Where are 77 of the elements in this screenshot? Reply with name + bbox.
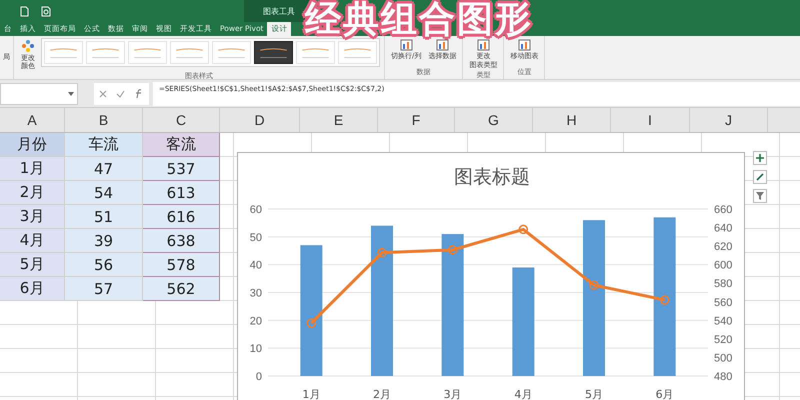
axis-label: 600 — [714, 260, 732, 272]
column-header[interactable]: G — [455, 108, 533, 132]
table-cell: 1月 — [0, 157, 65, 181]
axis-label: 60 — [250, 204, 262, 216]
chart-icon — [476, 39, 490, 51]
axis-label: 520 — [714, 334, 732, 346]
axis-label: 640 — [714, 222, 732, 235]
print-preview-icon[interactable] — [41, 6, 52, 16]
axis-label: 6月 — [656, 388, 674, 400]
table-cell: 车流 — [65, 133, 143, 157]
column-header[interactable]: E — [300, 108, 378, 132]
table-cell: 613 — [143, 181, 220, 205]
table-cell: 54 — [65, 181, 143, 205]
table-cell: 客流 — [143, 133, 220, 157]
axis-label: 560 — [714, 296, 732, 309]
column-header[interactable]: I — [611, 108, 690, 132]
axis-label: 1月 — [302, 388, 320, 400]
axis-label: 10 — [250, 343, 262, 356]
column-header[interactable]: C — [143, 108, 220, 132]
table-cell: 51 — [65, 205, 143, 229]
axis-label: 0 — [256, 371, 262, 383]
axis-label: 40 — [250, 260, 262, 272]
chart-icon — [436, 39, 449, 51]
table-cell: 537 — [143, 157, 220, 181]
point — [518, 224, 528, 234]
table-cell: 616 — [143, 205, 220, 229]
table-cell: 57 — [65, 277, 143, 301]
column-header[interactable]: A — [0, 108, 65, 132]
axis-label: 2月 — [373, 388, 391, 400]
axis-label: 540 — [714, 315, 732, 328]
axis-label: 20 — [250, 315, 262, 328]
name-box[interactable] — [0, 82, 78, 104]
cancel-icon[interactable] — [98, 90, 107, 98]
column-header[interactable]: H — [533, 108, 611, 132]
point — [377, 248, 387, 258]
axis-label: 4月 — [514, 388, 532, 400]
axis-label: 500 — [714, 352, 732, 364]
table-cell: 月份 — [0, 133, 65, 157]
table-cell: 2月 — [0, 181, 65, 205]
column-header[interactable]: J — [690, 108, 768, 132]
table-cell: 578 — [143, 253, 220, 277]
palette-icon — [21, 39, 35, 53]
axis-label: 660 — [714, 204, 732, 216]
point — [306, 318, 316, 328]
column-header[interactable]: B — [65, 108, 143, 132]
table-cell: 638 — [143, 229, 220, 253]
axis-label: 620 — [714, 241, 732, 254]
chart-style-thumbnail[interactable] — [254, 41, 293, 64]
caret-icon — [68, 92, 74, 96]
axis-label: 50 — [250, 232, 262, 244]
table-cell: 47 — [65, 157, 143, 181]
table-cell: 39 — [65, 229, 143, 253]
table-cell: 3月 — [0, 205, 65, 229]
column-header[interactable]: D — [220, 108, 300, 132]
table-cell: 6月 — [0, 277, 65, 301]
table-cell: 56 — [65, 253, 143, 277]
point — [589, 280, 599, 290]
point — [448, 245, 458, 255]
table-cell: 5月 — [0, 253, 65, 277]
axis-label: 580 — [714, 278, 732, 290]
chart-area[interactable]: 图表标题 0 10 20 30 40 50 60 480 500 520 540 560 580 600 620 640 660 1月 2月 3月 4月 5月 6月 — [237, 152, 745, 400]
check-icon[interactable] — [116, 90, 125, 98]
filter-icon[interactable] — [753, 189, 767, 203]
table-cell: 4月 — [0, 229, 65, 253]
point — [660, 295, 670, 305]
chart-icon — [518, 39, 531, 51]
chart-icon — [400, 39, 413, 51]
table-cell: 562 — [143, 277, 220, 301]
axis-label: 3月 — [444, 388, 462, 400]
axis-label: 5月 — [585, 388, 603, 400]
file-icon[interactable] — [20, 6, 29, 16]
chart-title: 图表标题 — [454, 166, 530, 188]
add-element-icon[interactable] — [753, 151, 767, 165]
column-header[interactable]: F — [378, 108, 455, 132]
brush-icon[interactable] — [753, 170, 767, 184]
axis-label: 480 — [714, 371, 732, 383]
axis-label: 30 — [250, 288, 262, 300]
